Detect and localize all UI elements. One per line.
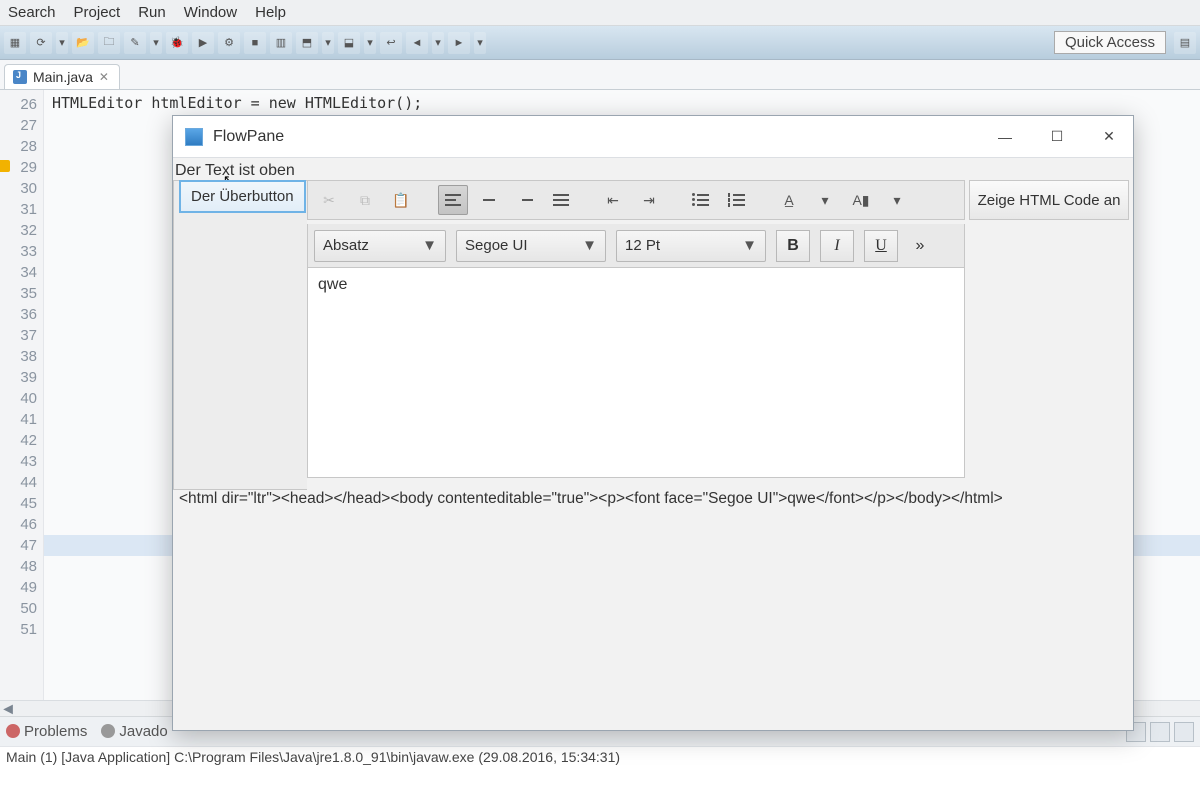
- maximize-icon[interactable]: ☐: [1045, 125, 1069, 149]
- ueberbutton[interactable]: Der Überbutton: [179, 180, 306, 213]
- paste-icon[interactable]: 📋: [386, 185, 416, 215]
- open-icon[interactable]: 📂: [72, 32, 94, 54]
- folder-icon[interactable]: 🗀: [98, 32, 120, 54]
- menu-help[interactable]: Help: [255, 4, 286, 21]
- show-html-button[interactable]: Zeige HTML Code an: [969, 180, 1129, 220]
- menu-window[interactable]: Window: [184, 4, 237, 21]
- debug-icon[interactable]: 🐞: [166, 32, 188, 54]
- menu-run[interactable]: Run: [138, 4, 166, 21]
- tab-problems[interactable]: Problems: [6, 723, 87, 740]
- font-color-icon[interactable]: A̲: [774, 185, 804, 215]
- menubar: Search Project Run Window Help: [0, 0, 1200, 26]
- editor-tab-main[interactable]: Main.java ✕: [4, 64, 120, 89]
- view-btn-icon[interactable]: [1150, 722, 1170, 742]
- dropdown-icon[interactable]: ▾: [322, 32, 334, 54]
- java-file-icon: [13, 70, 27, 84]
- menu-search[interactable]: Search: [8, 4, 56, 21]
- line-gutter: 2627282930313233343536373839404142434445…: [0, 90, 44, 700]
- dialog-body: Der Text ist oben ↖ Der Überbutton ✂ ⧉ 📋…: [173, 158, 1133, 730]
- task-icon[interactable]: ▥: [270, 32, 292, 54]
- outdent-icon[interactable]: ⇤: [598, 185, 628, 215]
- editor-tabbar: Main.java ✕: [0, 60, 1200, 90]
- chevron-down-icon: ▼: [422, 237, 437, 254]
- html-source-output: <html dir="ltr"><head></head><body conte…: [179, 490, 1127, 508]
- dropdown-icon[interactable]: ▾: [56, 32, 68, 54]
- chevron-down-icon: ▼: [742, 237, 757, 254]
- view-toolbar: [1126, 722, 1194, 742]
- dropdown-icon[interactable]: ▾: [364, 32, 376, 54]
- flowpane-dialog: FlowPane — ☐ ✕ Der Text ist oben ↖ Der Ü…: [172, 115, 1134, 731]
- dropdown-icon[interactable]: ▾: [150, 32, 162, 54]
- chevron-down-icon: ▼: [582, 237, 597, 254]
- view-btn-icon[interactable]: [1174, 722, 1194, 742]
- copy-icon[interactable]: ⧉: [350, 185, 380, 215]
- cut-icon[interactable]: ✂: [314, 185, 344, 215]
- console-output: Main (1) [Java Application] C:\Program F…: [0, 746, 1200, 770]
- minimize-icon[interactable]: —: [993, 125, 1017, 149]
- align-justify-icon[interactable]: [546, 185, 576, 215]
- align-center-icon[interactable]: [474, 185, 504, 215]
- combo-value: 12 Pt: [625, 237, 660, 254]
- html-editor-canvas[interactable]: qwe: [307, 268, 965, 478]
- top-label: Der Text ist oben: [175, 162, 295, 180]
- combo-value: Segoe UI: [465, 237, 528, 254]
- wand-icon[interactable]: ✎: [124, 32, 146, 54]
- overflow-icon[interactable]: »: [908, 237, 932, 255]
- left-blank-column: [173, 180, 307, 490]
- ext2-icon[interactable]: ⬓: [338, 32, 360, 54]
- scroll-left-icon[interactable]: ◄: [0, 702, 16, 718]
- error-icon: [6, 724, 20, 738]
- close-icon[interactable]: ✕: [1097, 125, 1121, 149]
- dropdown-icon[interactable]: ▾: [882, 185, 912, 215]
- close-icon[interactable]: ✕: [99, 70, 109, 84]
- menu-project[interactable]: Project: [74, 4, 121, 21]
- underline-button[interactable]: U: [864, 230, 898, 262]
- align-right-icon[interactable]: [510, 185, 540, 215]
- combo-value: Absatz: [323, 237, 369, 254]
- bullet-list-icon[interactable]: [686, 185, 716, 215]
- quick-access-field[interactable]: Quick Access: [1054, 31, 1166, 54]
- paragraph-format-combo[interactable]: Absatz ▼: [314, 230, 446, 262]
- tab-javadoc[interactable]: Javado: [101, 723, 167, 740]
- dialog-title: FlowPane: [213, 128, 284, 146]
- html-editor-toolbar-1: ✂ ⧉ 📋 ⇤ ⇥ A̲ ▾ A▮ ▾: [307, 180, 965, 220]
- dropdown-icon[interactable]: ▾: [810, 185, 840, 215]
- font-family-combo[interactable]: Segoe UI ▼: [456, 230, 606, 262]
- save-icon[interactable]: ⟳: [30, 32, 52, 54]
- indent-icon[interactable]: ⇥: [634, 185, 664, 215]
- tab-filename: Main.java: [33, 69, 93, 85]
- dialog-titlebar[interactable]: FlowPane — ☐ ✕: [173, 116, 1133, 158]
- html-editor-toolbar-2: Absatz ▼ Segoe UI ▼ 12 Pt ▼ B I U »: [307, 224, 965, 268]
- stop-icon[interactable]: ■: [244, 32, 266, 54]
- new-icon[interactable]: ▦: [4, 32, 26, 54]
- javadoc-icon: [101, 724, 115, 738]
- perspective-icon[interactable]: ▤: [1174, 32, 1196, 54]
- main-toolbar: ▦ ⟳ ▾ 📂 🗀 ✎ ▾ 🐞 ▶ ⚙ ■ ▥ ⬒ ▾ ⬓ ▾ ↩ ◄ ▾ ► …: [0, 26, 1200, 60]
- forward-icon[interactable]: ►: [448, 32, 470, 54]
- back-icon[interactable]: ◄: [406, 32, 428, 54]
- ext-icon[interactable]: ⬒: [296, 32, 318, 54]
- italic-button[interactable]: I: [820, 230, 854, 262]
- number-list-icon[interactable]: [722, 185, 752, 215]
- run-icon[interactable]: ▶: [192, 32, 214, 54]
- app-icon: [185, 128, 203, 146]
- bold-button[interactable]: B: [776, 230, 810, 262]
- font-size-combo[interactable]: 12 Pt ▼: [616, 230, 766, 262]
- nav-icon[interactable]: ↩: [380, 32, 402, 54]
- dropdown-icon[interactable]: ▾: [432, 32, 444, 54]
- align-left-icon[interactable]: [438, 185, 468, 215]
- highlight-color-icon[interactable]: A▮: [846, 185, 876, 215]
- build-icon[interactable]: ⚙: [218, 32, 240, 54]
- dropdown-icon[interactable]: ▾: [474, 32, 486, 54]
